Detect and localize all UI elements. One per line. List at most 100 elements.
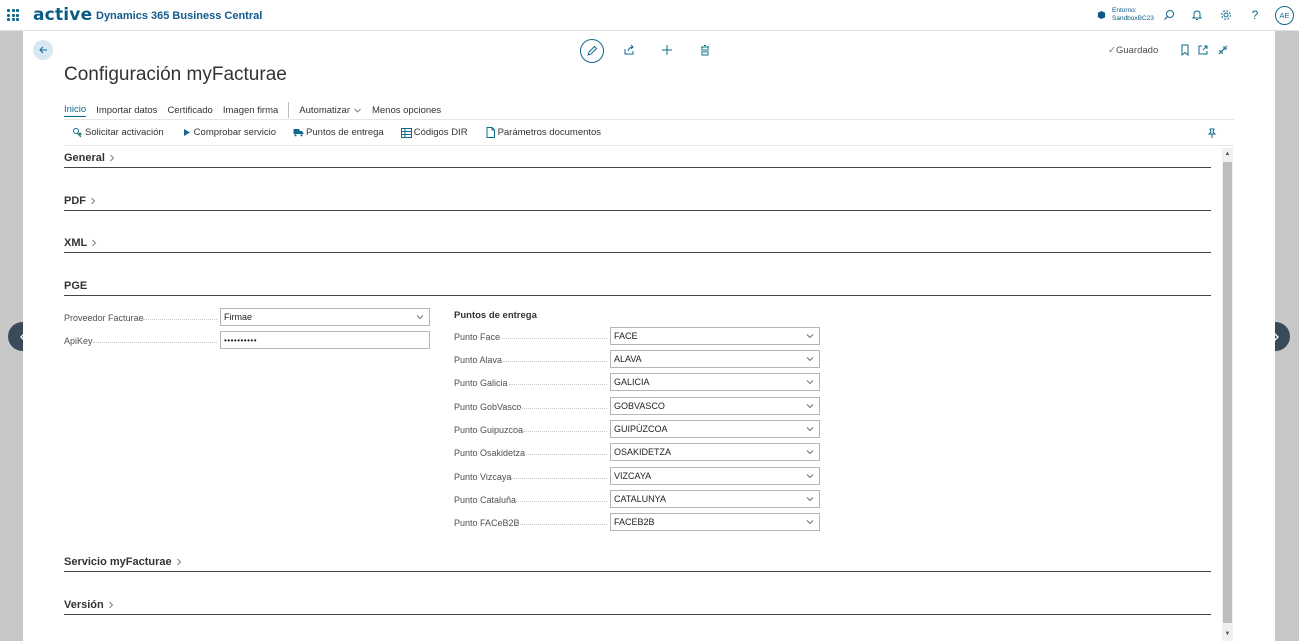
chevron-down-icon: [416, 315, 424, 320]
parametros-documentos-button[interactable]: Parámetros documentos: [485, 127, 602, 138]
punto-alava-select[interactable]: ALAVA: [610, 350, 820, 368]
comprobar-servicio-button[interactable]: Comprobar servicio: [181, 127, 276, 138]
fasttab-pdf-label: PDF: [64, 195, 86, 207]
field-leader: [515, 501, 607, 502]
field-leader: [509, 384, 607, 385]
punto-vizcaya-value: VIZCAYA: [614, 471, 652, 481]
punto-osakidetza-label: Punto Osakidetza: [454, 448, 526, 458]
proveedor-facturae-label: Proveedor Facturae: [64, 313, 144, 323]
punto-cataluna-select[interactable]: CATALUNYA: [610, 490, 820, 508]
punto-osakidetza-value: OSAKIDETZA: [614, 447, 672, 457]
tab-certificado[interactable]: Certificado: [167, 105, 212, 116]
share-icon: [624, 44, 634, 55]
arrow-left-icon: [39, 46, 47, 54]
avatar[interactable]: AE: [1275, 6, 1294, 25]
plus-icon: [662, 45, 672, 55]
collapse-icon: [1218, 45, 1228, 55]
environment-info[interactable]: Entorno: SandboxBC23: [1112, 7, 1154, 23]
tab-inicio[interactable]: Inicio: [64, 104, 87, 117]
codigos-dir-label: Códigos DIR: [413, 127, 468, 138]
punto-gobvasco-select[interactable]: GOBVASCO: [610, 397, 820, 415]
tab-automatizar[interactable]: Automatizar: [299, 105, 362, 116]
environment-icon: [1097, 10, 1106, 20]
delete-button[interactable]: [697, 42, 713, 58]
top-navigation-bar: active Dynamics 365 Business Central Ent…: [0, 0, 1299, 31]
app-launcher-icon[interactable]: [7, 9, 19, 21]
save-status-text: Guardado: [1115, 45, 1159, 56]
fasttab-xml[interactable]: XML: [64, 237, 1211, 253]
chevron-down-icon: [806, 497, 814, 502]
edit-button[interactable]: [580, 39, 604, 63]
punto-alava-label: Punto Alava: [454, 355, 503, 365]
punto-alava-value: ALAVA: [614, 354, 642, 364]
search-icon[interactable]: [1161, 7, 1177, 23]
codigos-dir-button[interactable]: Códigos DIR: [400, 127, 468, 138]
collapse-button[interactable]: [1215, 42, 1231, 58]
bell-icon[interactable]: [1189, 7, 1205, 23]
punto-vizcaya-label: Punto Vizcaya: [454, 472, 512, 482]
pencil-icon: [587, 45, 598, 56]
punto-galicia-label: Punto Galicia: [454, 378, 508, 388]
pin-actions-icon[interactable]: [1206, 127, 1218, 139]
field-leader: [523, 431, 607, 432]
scrollbar-thumb[interactable]: [1223, 162, 1232, 623]
scroll-down-arrow[interactable]: ▼: [1223, 629, 1232, 639]
fasttab-servicio-myfacturae[interactable]: Servicio myFacturae: [64, 556, 1211, 572]
punto-face-select[interactable]: FACE: [610, 327, 820, 345]
app-name[interactable]: Dynamics 365 Business Central: [96, 10, 262, 22]
chevron-down-icon: [806, 357, 814, 362]
punto-faceb2b-select[interactable]: FACEB2B: [610, 513, 820, 531]
fasttab-pdf[interactable]: PDF: [64, 195, 1211, 211]
fasttab-general[interactable]: General: [64, 152, 1211, 168]
scroll-up-arrow[interactable]: ▲: [1223, 149, 1232, 159]
fasttab-pge-label: PGE: [64, 280, 88, 292]
punto-guipuzcoa-select[interactable]: GUIPÚZCOA: [610, 420, 820, 438]
tab-imagen-firma[interactable]: Imagen firma: [223, 105, 278, 116]
punto-guipuzcoa-value: GUIPÚZCOA: [614, 424, 668, 434]
fasttab-pge[interactable]: PGE: [64, 280, 1211, 296]
chevron-down-icon: [806, 520, 814, 525]
punto-galicia-value: GALICIA: [614, 377, 650, 387]
punto-vizcaya-select[interactable]: VIZCAYA: [610, 467, 820, 485]
action-tabs: Inicio Importar datos Certificado Imagen…: [64, 100, 451, 120]
apikey-label: ApiKey: [64, 336, 93, 346]
punto-galicia-select[interactable]: GALICIA: [610, 373, 820, 391]
chevron-down-icon: [806, 474, 814, 479]
back-button[interactable]: [33, 40, 53, 60]
apikey-field[interactable]: ••••••••••: [220, 331, 430, 349]
save-status: ✓Guardado: [1108, 45, 1158, 56]
field-leader: [93, 342, 217, 343]
fasttab-xml-label: XML: [64, 237, 88, 249]
solicitar-activacion-button[interactable]: Solicitar activación: [72, 127, 164, 138]
fasttab-version[interactable]: Versión: [64, 599, 1211, 615]
bookmark-icon: [1181, 44, 1189, 56]
puntos-de-entrega-button[interactable]: Puntos de entrega: [293, 127, 384, 138]
chevron-right-icon: [91, 197, 96, 205]
company-logo: active: [33, 5, 93, 25]
chevron-right-icon: [110, 154, 115, 162]
page-title: Configuración myFacturae: [64, 64, 287, 85]
page-card: ✓Guardado Configuración myFacturae Inici…: [23, 31, 1275, 641]
gear-icon[interactable]: [1218, 7, 1234, 23]
bookmark-button[interactable]: [1177, 42, 1193, 58]
fasttab-version-label: Versión: [64, 599, 104, 611]
share-button[interactable]: [621, 42, 637, 58]
punto-osakidetza-select[interactable]: OSAKIDETZA: [610, 443, 820, 461]
truck-icon: [293, 127, 304, 138]
fasttab-servicio-label: Servicio myFacturae: [64, 556, 172, 568]
punto-faceb2b-label: Punto FACeB2B: [454, 518, 520, 528]
open-new-window-button[interactable]: [1195, 42, 1211, 58]
tab-importar-datos[interactable]: Importar datos: [96, 105, 157, 116]
proveedor-facturae-select[interactable]: Firmae: [220, 308, 430, 326]
new-button[interactable]: [659, 42, 675, 58]
trash-icon: [701, 45, 709, 56]
puntos-de-entrega-title: Puntos de entrega: [454, 310, 537, 321]
parametros-documentos-label: Parámetros documentos: [497, 127, 602, 138]
help-icon[interactable]: ?: [1247, 7, 1263, 23]
field-leader: [511, 478, 607, 479]
tab-menos-opciones[interactable]: Menos opciones: [372, 105, 441, 116]
solicitar-activacion-label: Solicitar activación: [85, 127, 164, 138]
chevron-down-icon: [806, 334, 814, 339]
punto-cataluna-value: CATALUNYA: [614, 494, 667, 504]
apikey-value: ••••••••••: [224, 335, 258, 345]
